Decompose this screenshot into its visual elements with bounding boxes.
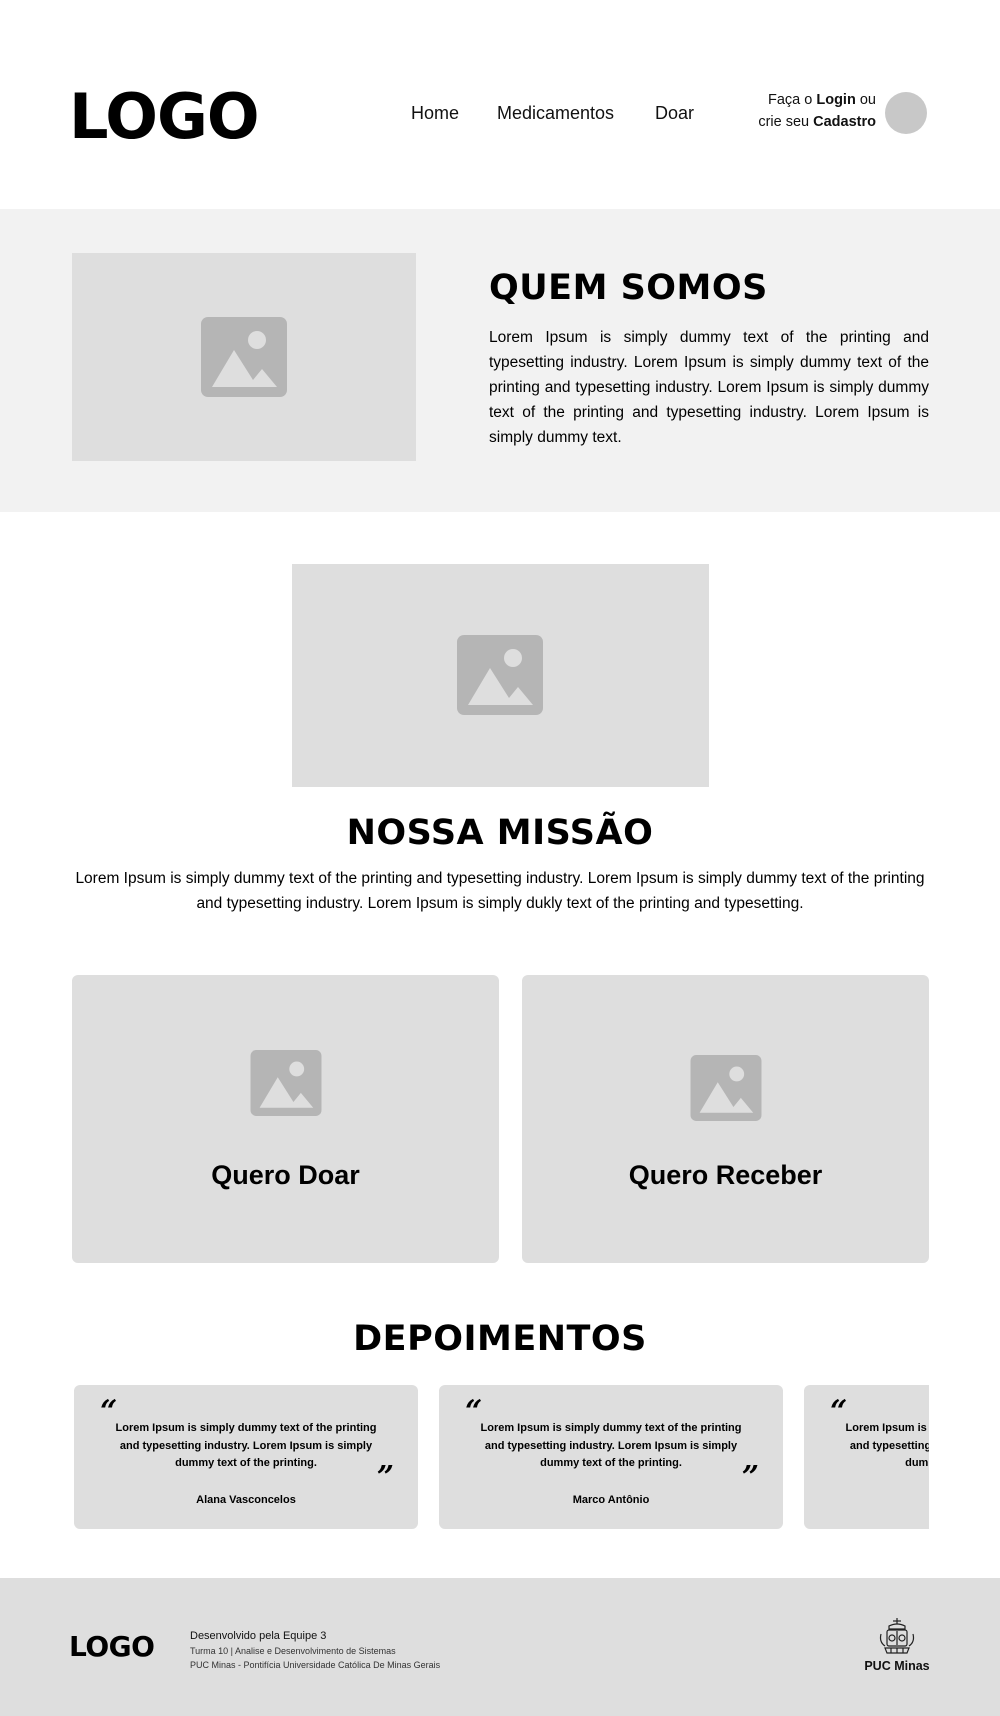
testimonial-author: Marco Antônio	[572, 1494, 650, 1506]
mission-image	[292, 564, 709, 787]
user-avatar[interactable]	[885, 92, 927, 134]
image-placeholder-icon	[250, 1050, 321, 1116]
image-placeholder-icon	[457, 635, 543, 715]
footer-credit: Desenvolvido pela Equipe 3	[190, 1630, 327, 1642]
nav-link-home[interactable]: Home	[411, 102, 459, 124]
receive-card[interactable]: Quero Receber	[522, 975, 929, 1263]
auth-prefix-cadastro: crie seu	[758, 114, 814, 130]
site-header: LOGO Home Medicamentos Doar Faça o Login…	[0, 0, 1000, 209]
puc-crest-icon	[879, 1618, 915, 1654]
testimonial-card: “ Lorem Ipsum is simply dummy text of th…	[74, 1385, 418, 1529]
nav-link-medicamentos[interactable]: Medicamentos	[497, 102, 614, 124]
login-link[interactable]: Login	[816, 92, 855, 108]
testimonials-carousel[interactable]: “ Lorem Ipsum is simply dummy text of th…	[72, 1385, 929, 1529]
about-section: QUEM SOMOS Lorem Ipsum is simply dummy t…	[0, 209, 1000, 512]
testimonial-text: Lorem Ipsum is simply dummy text of the …	[115, 1422, 377, 1469]
image-placeholder-icon	[690, 1055, 761, 1121]
auth-prefix-login: Faça o	[768, 92, 817, 108]
footer-logo[interactable]: LOGO	[69, 1630, 155, 1664]
testimonial-text: Lorem Ipsum is simply dummy text of the …	[480, 1422, 742, 1469]
auth-prompt: Faça o Login ou crie seu Cadastro	[758, 89, 876, 133]
cadastro-link[interactable]: Cadastro	[813, 114, 876, 130]
donate-card[interactable]: Quero Doar	[72, 975, 499, 1263]
header-logo[interactable]: LOGO	[69, 82, 260, 152]
footer-info: Desenvolvido pela Equipe 3 Turma 10 | An…	[190, 1629, 440, 1672]
testimonial-text: Lorem Ipsum is simply dummy text of the …	[845, 1422, 930, 1469]
receive-card-label: Quero Receber	[628, 1160, 823, 1190]
about-title: QUEM SOMOS	[489, 268, 768, 308]
puc-minas-label: PUC Minas	[864, 1659, 930, 1673]
image-placeholder-icon	[201, 317, 287, 397]
testimonial-author: Alana Vasconcelos	[196, 1494, 296, 1506]
footer-class: Turma 10 | Analise e Desenvolvimento de …	[190, 1646, 396, 1656]
about-text: Lorem Ipsum is simply dummy text of the …	[489, 329, 929, 446]
site-footer: LOGO Desenvolvido pela Equipe 3 Turma 10…	[0, 1578, 1000, 1716]
nav-link-doar[interactable]: Doar	[655, 102, 694, 124]
mission-text: Lorem Ipsum is simply dummy text of the …	[75, 870, 925, 912]
donate-card-label: Quero Doar	[211, 1160, 360, 1190]
footer-university: PUC Minas - Pontifícia Universidade Cató…	[190, 1660, 441, 1670]
close-quote-icon: ”	[376, 1460, 394, 1495]
testimonials-title: DEPOIMENTOS	[353, 1319, 647, 1359]
puc-minas-logo[interactable]: PUC Minas	[862, 1616, 932, 1674]
testimonial-card: “ Lorem Ipsum is simply dummy text of th…	[439, 1385, 783, 1529]
about-image	[72, 253, 416, 461]
mission-title: NOSSA MISSÃO	[346, 813, 654, 853]
auth-suffix-login: ou	[855, 92, 876, 108]
testimonial-card: “ Lorem Ipsum is simply dummy text of th…	[804, 1385, 929, 1529]
close-quote-icon: ”	[741, 1460, 759, 1495]
